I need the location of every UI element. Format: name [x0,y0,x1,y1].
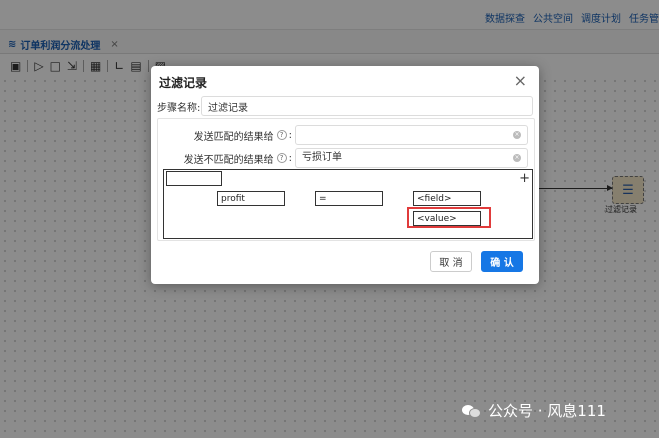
filter-record-dialog: 过滤记录 × 步骤名称: 发送匹配的结果给 ? : × 发送不匹配的结果给 ? … [151,66,539,284]
step-name-row: 步骤名称: [157,96,533,116]
colon: : [288,152,292,164]
watermark: 公众号 · 风息111 [462,400,606,421]
send-nomatch-label: 发送不匹配的结果给 [183,154,274,166]
step-name-label: 步骤名称: [157,102,201,114]
highlight-box [407,207,491,228]
send-match-label: 发送匹配的结果给 [193,131,274,143]
close-icon[interactable]: × [514,71,527,90]
add-condition-icon[interactable]: + [519,171,530,186]
clear-icon[interactable]: × [513,154,521,162]
condition-editor: + [163,169,533,239]
condition-operator-input[interactable] [315,191,383,206]
clear-icon[interactable]: × [513,131,521,139]
condition-group-input[interactable] [166,171,222,186]
watermark-text: 公众号 · 风息111 [488,402,606,420]
condition-field-input[interactable] [217,191,285,206]
dialog-title: 过滤记录 [159,76,208,90]
send-match-select[interactable]: × [295,125,528,145]
compare-field-input[interactable] [413,191,481,206]
step-name-input[interactable] [201,96,533,116]
send-match-row: 发送匹配的结果给 ? : × [194,125,528,145]
colon: : [288,129,292,141]
send-nomatch-select[interactable]: 亏损订单 × [295,148,528,168]
confirm-button[interactable]: 确 认 [481,251,523,272]
filter-settings-panel: 发送匹配的结果给 ? : × 发送不匹配的结果给 ? : 亏损订单 × + [157,118,535,241]
wechat-logo-icon [462,403,482,419]
cancel-button[interactable]: 取 消 [430,251,472,272]
help-icon[interactable]: ? [276,153,287,163]
help-icon[interactable]: ? [276,130,287,140]
send-nomatch-value: 亏损订单 [302,152,342,163]
send-nomatch-row: 发送不匹配的结果给 ? : 亏损订单 × [184,148,528,168]
